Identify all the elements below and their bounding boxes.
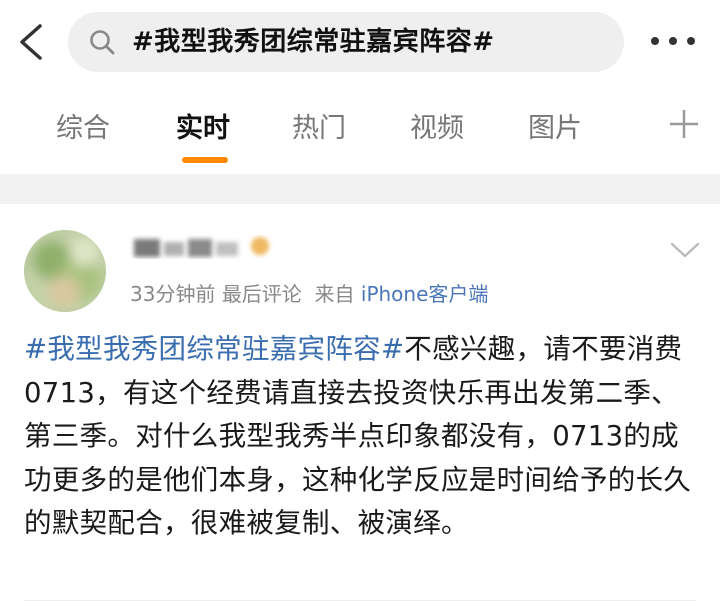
hashtag-link[interactable]: #我型我秀团综常驻嘉宾阵容# — [24, 333, 404, 365]
post-time: 33分钟前 — [130, 282, 216, 306]
post-source-prefix: 来自 — [314, 282, 355, 306]
tab-comprehensive[interactable]: 综合 — [56, 110, 110, 148]
tab-images[interactable]: 图片 — [528, 110, 582, 148]
add-tab-icon[interactable] — [664, 104, 704, 144]
post-activity: 最后评论 — [221, 282, 302, 306]
back-arrow-icon[interactable] — [14, 22, 50, 62]
tab-bar: 综合 实时 热门 视频 图片 — [0, 86, 720, 174]
post-text: #我型我秀团综常驻嘉宾阵容#不感兴趣，请不要消费0713，有这个经费请直接去投资… — [24, 328, 704, 546]
search-icon — [90, 30, 115, 55]
avatar[interactable] — [24, 230, 106, 312]
search-bar[interactable]: #我型我秀团综常驻嘉宾阵容# — [68, 12, 624, 72]
tab-hot[interactable]: 热门 — [292, 110, 346, 148]
section-divider — [0, 174, 720, 204]
post-meta: 33分钟前 最后评论 来自 iPhone客户端 — [130, 280, 488, 308]
tab-video[interactable]: 视频 — [410, 110, 464, 148]
post-source[interactable]: iPhone客户端 — [361, 282, 489, 306]
username-blurred[interactable] — [130, 232, 280, 262]
chevron-down-icon[interactable] — [668, 238, 702, 262]
active-tab-indicator — [182, 157, 228, 163]
more-options-icon[interactable] — [648, 26, 698, 56]
post-bottom-divider — [24, 600, 696, 601]
tab-realtime[interactable]: 实时 — [176, 110, 230, 148]
search-query[interactable]: #我型我秀团综常驻嘉宾阵容# — [132, 24, 495, 60]
top-bar: #我型我秀团综常驻嘉宾阵容# — [0, 0, 720, 86]
